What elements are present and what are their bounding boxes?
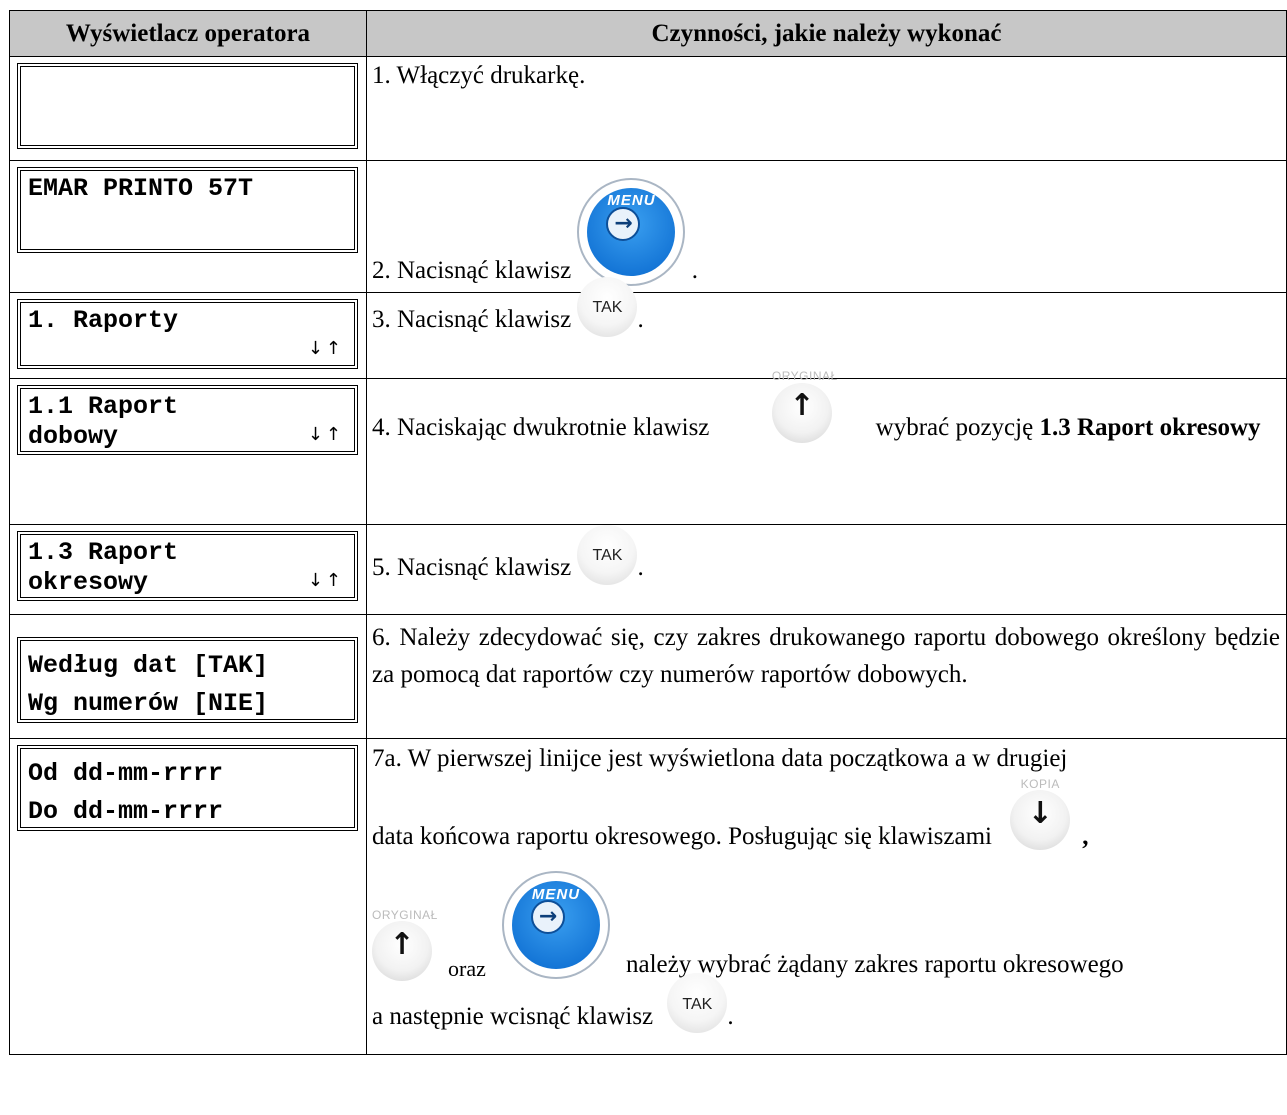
- step-text: 4. Naciskając dwukrotnie klawisz: [372, 414, 710, 441]
- lcd-line: Do dd-mm-rrrr: [28, 797, 224, 826]
- table-row: 1.3 Raport okresowy ↓↑ 5. Nacisnąć klawi…: [9, 524, 1287, 615]
- action-cell: 7a. W pierwszej linijce jest wyświetlona…: [366, 738, 1287, 1055]
- display-cell: [9, 56, 367, 161]
- action-cell: 5. Nacisnąć klawisz TAK .: [366, 524, 1287, 615]
- lcd-line: 1.1 Raport: [28, 392, 179, 421]
- lcd-display: 1.1 Raport dobowy ↓↑: [17, 385, 358, 455]
- table-row: 1.1 Raport dobowy ↓↑ 4. Naciskając dwukr…: [9, 369, 1287, 525]
- display-cell: 1. Raporty ↓↑: [9, 292, 367, 379]
- lcd-line: Od dd-mm-rrrr: [28, 759, 224, 788]
- step-text: 7a. W pierwszej linijce jest wyświetlona…: [372, 745, 1068, 772]
- action-cell: 4. Naciskając dwukrotnie klawisz ORYGINA…: [366, 369, 1287, 525]
- display-cell: 1.1 Raport dobowy ↓↑: [9, 378, 367, 525]
- arrow-right-icon: →: [531, 900, 565, 934]
- menu-key-icon: MENU →: [577, 178, 686, 286]
- scroll-arrows-icon: ↓↑: [307, 338, 344, 359]
- table-row: Od dd-mm-rrrr Do dd-mm-rrrr 7a. W pierws…: [9, 738, 1287, 1055]
- lcd-display: EMAR PRINTO 57T: [17, 167, 358, 253]
- table-row: Według dat [TAK] Wg numerów [NIE] 6. Nal…: [9, 614, 1287, 739]
- action-cell: 6. Należy zdecydować się, czy zakres dru…: [366, 614, 1287, 739]
- header-actions: Czynności, jakie należy wykonać: [366, 10, 1287, 57]
- step-text: 1. Włączyć drukarkę.: [372, 62, 586, 89]
- lcd-line: dobowy: [28, 422, 119, 451]
- arrow-down-key-icon: KOPIA ↓: [1010, 777, 1071, 851]
- header-row: Wyświetlacz operatora Czynności, jakie n…: [9, 10, 1287, 57]
- arrow-up-key-icon: ORYGINAŁ ↑: [771, 369, 837, 444]
- header-display: Wyświetlacz operatora: [9, 10, 367, 57]
- step-text: 5. Nacisnąć klawisz: [372, 554, 572, 581]
- lcd-line: Wg numerów [NIE]: [28, 689, 269, 718]
- lcd-display: Według dat [TAK] Wg numerów [NIE]: [17, 637, 358, 723]
- step-text: 3. Nacisnąć klawisz: [372, 306, 572, 333]
- table-row: 1. Włączyć drukarkę.: [9, 56, 1287, 161]
- display-cell: EMAR PRINTO 57T: [9, 160, 367, 293]
- table-row: 1. Raporty ↓↑ 3. Nacisnąć klawisz TAK .: [9, 277, 1287, 379]
- tak-key-icon: TAK: [667, 973, 728, 1034]
- display-cell: 1.3 Raport okresowy ↓↑: [9, 524, 367, 615]
- lcd-display: Od dd-mm-rrrr Do dd-mm-rrrr: [17, 745, 358, 831]
- lcd-display: 1.3 Raport okresowy ↓↑: [17, 531, 358, 601]
- action-cell: 2. Nacisnąć klawisz MENU → .: [366, 160, 1287, 293]
- lcd-display: 1. Raporty ↓↑: [17, 299, 358, 369]
- step-text: 2. Nacisnąć klawisz: [372, 257, 572, 284]
- lcd-line: Według dat [TAK]: [28, 651, 269, 680]
- table-row: EMAR PRINTO 57T 2. Nacisnąć klawisz MENU…: [9, 160, 1287, 293]
- lcd-line: 1.3 Raport: [28, 538, 179, 567]
- scroll-arrows-icon: ↓↑: [307, 424, 344, 445]
- lcd-display: [17, 63, 358, 149]
- target-position: 1.3 Raport okresowy: [1039, 414, 1261, 441]
- display-cell: Od dd-mm-rrrr Do dd-mm-rrrr: [9, 738, 367, 1055]
- tak-key-icon: TAK: [577, 525, 638, 586]
- tak-key-icon: TAK: [577, 277, 638, 338]
- lcd-line: 1. Raporty: [28, 306, 179, 335]
- lcd-line: EMAR PRINTO 57T: [28, 174, 254, 203]
- instruction-table: Wyświetlacz operatora Czynności, jakie n…: [9, 10, 1287, 1055]
- menu-key-icon: MENU →: [502, 871, 610, 979]
- action-cell: 1. Włączyć drukarkę.: [366, 56, 1287, 161]
- scroll-arrows-icon: ↓↑: [307, 570, 344, 591]
- step-text: 6. Należy zdecydować się, czy zakres dru…: [372, 624, 1280, 688]
- arrow-up-key-icon: ORYGINAŁ ↑: [372, 908, 437, 981]
- lcd-line: okresowy: [28, 568, 149, 597]
- step-text: a następnie wcisnąć klawisz: [372, 1003, 654, 1030]
- step-text: data końcowa raportu okresowego. Posługu…: [372, 823, 992, 850]
- display-cell: Według dat [TAK] Wg numerów [NIE]: [9, 614, 367, 739]
